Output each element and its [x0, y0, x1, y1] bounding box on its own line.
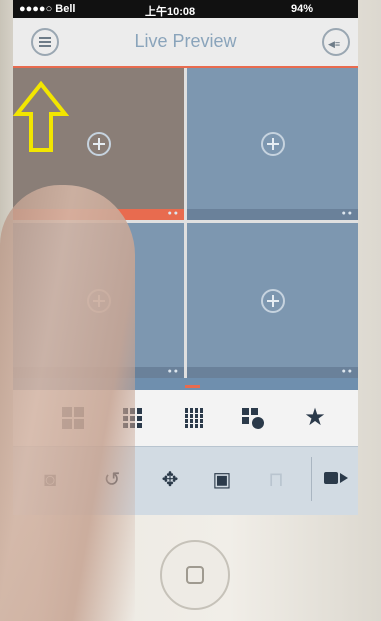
yellow-up-arrow-annotation: [13, 80, 69, 152]
page-indicator: [185, 385, 200, 388]
nav-bar: Live Preview ◀≡: [13, 18, 358, 68]
phone-body: ●●●●○ Bell 上午10:08 94% Live Preview ◀≡ ●…: [0, 0, 381, 621]
record-video-icon: [324, 472, 348, 484]
add-camera-icon[interactable]: [260, 288, 285, 313]
image-settings-icon[interactable]: ▣: [209, 469, 235, 491]
home-button[interactable]: [160, 540, 230, 610]
preview-window-4[interactable]: ● ●: [187, 223, 358, 378]
talk-button[interactable]: ◀≡: [322, 28, 350, 56]
add-camera-icon[interactable]: [86, 132, 111, 156]
finger-overlay: [0, 185, 135, 621]
preview-window-2[interactable]: ● ●: [187, 68, 358, 220]
status-bar: ●●●●○ Bell 上午10:08 94%: [13, 0, 358, 18]
battery-percent: 94%: [291, 3, 314, 15]
carrier: ●●●●○ Bell: [19, 3, 76, 15]
home-square-icon: [186, 566, 204, 584]
speaker-icon: ◀≡: [328, 39, 341, 49]
page-title: Live Preview: [134, 31, 237, 51]
time: 上午10:08: [145, 6, 196, 18]
unlock-icon[interactable]: ⊓: [263, 469, 289, 491]
favorites-star-icon[interactable]: ★: [303, 406, 327, 430]
add-camera-icon[interactable]: [260, 132, 285, 156]
sixteen-layout-icon[interactable]: [183, 406, 207, 430]
record-video-button[interactable]: [311, 457, 358, 501]
ptz-move-icon[interactable]: ✥: [157, 469, 183, 491]
playback-layout-icon[interactable]: [241, 406, 265, 430]
